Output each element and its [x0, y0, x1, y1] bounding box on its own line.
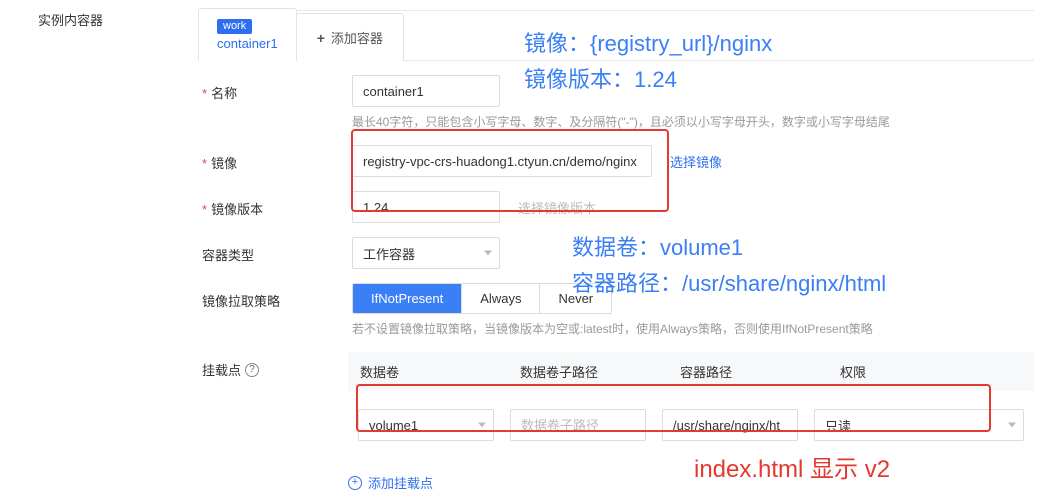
container-tabs: work container1 + 添加容器 — [198, 11, 1034, 61]
pull-policy-always[interactable]: Always — [462, 284, 540, 313]
label-name: *名称 — [198, 75, 352, 102]
chevron-down-icon — [478, 423, 486, 428]
row-mount: 挂载点 ? 数据卷 数据卷子路径 容器路径 权限 — [198, 338, 1034, 492]
add-mount-button[interactable]: + 添加挂载点 — [348, 473, 1034, 492]
chevron-down-icon — [1008, 423, 1016, 428]
image-version-placeholder: 选择镜像版本 — [518, 198, 596, 217]
col-permission: 权限 — [840, 362, 1022, 381]
container-type-select[interactable] — [352, 237, 500, 269]
plus-icon: + — [317, 30, 325, 46]
row-pull-policy: 镜像拉取策略 IfNotPresent Always Never 若不设置镜像拉… — [198, 269, 1034, 338]
mount-volume-select[interactable] — [358, 409, 494, 441]
col-container-path: 容器路径 — [680, 362, 840, 381]
pull-policy-ifnotpresent[interactable]: IfNotPresent — [353, 284, 462, 313]
name-hint: 最长40字符，只能包含小写字母、数字、及分隔符("-")，且必须以小写字母开头，… — [352, 113, 1034, 131]
image-version-input[interactable] — [352, 191, 500, 223]
row-name: *名称 最长40字符，只能包含小写字母、数字、及分隔符("-")，且必须以小写字… — [198, 61, 1034, 131]
tab-add-label: 添加容器 — [331, 31, 383, 46]
work-badge: work — [217, 19, 252, 34]
tab-container1[interactable]: work container1 — [198, 8, 297, 61]
label-image-version: *镜像版本 — [198, 191, 352, 218]
container-type-value[interactable] — [352, 237, 500, 269]
col-volume: 数据卷 — [360, 362, 520, 381]
label-container-type: 容器类型 — [198, 237, 352, 264]
label-mount: 挂载点 ? — [198, 352, 348, 379]
container-form-panel: work container1 + 添加容器 *名称 最长40字符，只能包含小写字… — [198, 10, 1034, 490]
tab-title: container1 — [217, 36, 278, 51]
name-input[interactable] — [352, 75, 500, 107]
row-image: *镜像 选择镜像 — [198, 131, 1034, 177]
tab-add-container[interactable]: + 添加容器 — [296, 13, 404, 61]
label-pull-policy: 镜像拉取策略 — [198, 283, 352, 310]
plus-circle-icon: + — [348, 476, 362, 490]
col-subpath: 数据卷子路径 — [520, 362, 680, 381]
pull-policy-hint: 若不设置镜像拉取策略，当镜像版本为空或:latest时，使用Always策略，否… — [352, 320, 1034, 338]
choose-image-link[interactable]: 选择镜像 — [670, 152, 722, 171]
help-icon[interactable]: ? — [245, 363, 259, 377]
row-container-type: 容器类型 — [198, 223, 1034, 269]
section-label-instance-container: 实例内容器 — [38, 10, 103, 29]
mount-volume-value[interactable] — [358, 409, 494, 441]
label-image: *镜像 — [198, 145, 352, 172]
mount-table-body — [348, 391, 1034, 459]
row-image-version: *镜像版本 选择镜像版本 — [198, 177, 1034, 223]
chevron-down-icon — [484, 251, 492, 256]
pull-policy-segmented: IfNotPresent Always Never — [352, 283, 612, 314]
pull-policy-never[interactable]: Never — [540, 284, 611, 313]
mount-subpath-input[interactable] — [510, 409, 646, 441]
mount-container-path-input[interactable] — [662, 409, 798, 441]
mount-table-header: 数据卷 数据卷子路径 容器路径 权限 — [348, 352, 1034, 391]
add-mount-label: 添加挂载点 — [368, 473, 433, 492]
mount-permission-select[interactable] — [814, 409, 1024, 441]
table-row — [348, 391, 1034, 459]
image-input[interactable] — [352, 145, 652, 177]
mount-permission-value[interactable] — [814, 409, 1024, 441]
